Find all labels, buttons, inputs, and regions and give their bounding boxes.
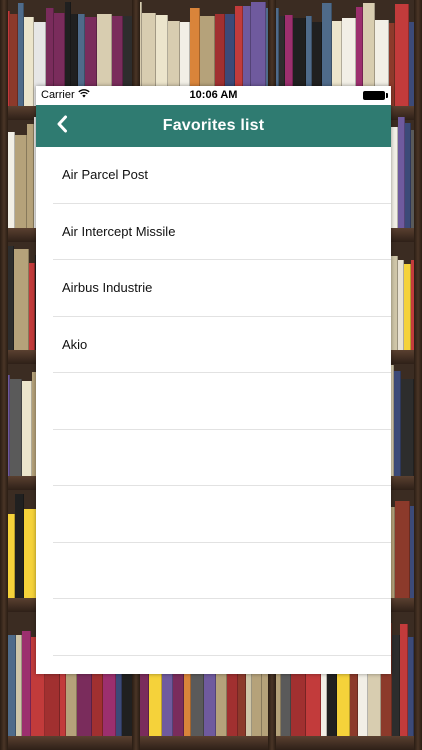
shelf-plank: [0, 736, 422, 750]
empty-list-row: [53, 486, 391, 543]
book-spine: [14, 249, 29, 350]
book-spine: [15, 134, 27, 228]
battery-icon: [363, 91, 388, 100]
book-spine: [394, 371, 401, 476]
book-spine: [401, 379, 414, 476]
shelf-post: [414, 0, 422, 750]
list-item-label: Air Intercept Missile: [62, 223, 176, 239]
book-spine: [10, 379, 22, 476]
shelf-post: [0, 0, 8, 750]
back-button[interactable]: [50, 114, 74, 138]
book-spine: [8, 132, 15, 228]
book-spine: [15, 494, 24, 598]
favorites-list: Air Parcel Post Air Intercept Missile Ai…: [36, 147, 391, 656]
list-item[interactable]: Air Intercept Missile: [53, 204, 391, 260]
book-spine: [400, 624, 408, 750]
book-spine: [22, 631, 31, 750]
list-item[interactable]: Akio: [53, 317, 391, 373]
book-spine: [390, 126, 398, 228]
book-spine: [398, 117, 405, 228]
book-spine: [7, 635, 16, 750]
list-item-label: Akio: [62, 336, 88, 352]
book-spine: [10, 13, 18, 106]
book-spine: [392, 635, 400, 750]
book-spine: [395, 4, 409, 106]
status-bar: Carrier 10:06 AM: [36, 86, 391, 105]
book-spine: [27, 124, 34, 228]
book-spine: [22, 381, 32, 476]
book-spine: [404, 264, 411, 350]
status-time: 10:06 AM: [189, 89, 238, 101]
book-spine: [395, 500, 410, 598]
list-item[interactable]: Air Parcel Post: [53, 147, 391, 204]
navigation-bar: Favorites list: [36, 105, 391, 147]
empty-list-row: [53, 543, 391, 599]
empty-list-row: [53, 599, 391, 656]
chevron-left-icon: [56, 115, 68, 138]
book-spine: [24, 16, 34, 106]
empty-list-row: [53, 373, 391, 430]
page-title: Favorites list: [162, 117, 265, 134]
list-item-label: Air Parcel Post: [62, 167, 148, 183]
empty-list-row: [53, 430, 391, 486]
list-item[interactable]: Airbus Industrie: [53, 260, 391, 317]
app-screen: Carrier 10:06 AM Favorites list Air Parc…: [36, 86, 391, 674]
list-item-label: Airbus Industrie: [62, 280, 153, 296]
